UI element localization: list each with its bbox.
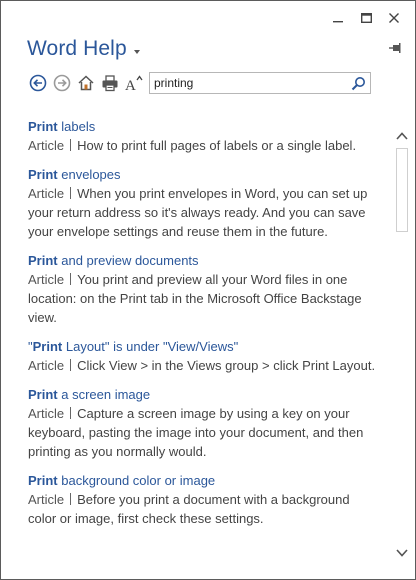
result-title-keyword: Print	[28, 167, 58, 182]
result-title-text: envelopes	[57, 167, 121, 182]
font-size-icon: A	[125, 75, 143, 92]
result-description: You print and preview all your Word file…	[28, 272, 362, 325]
list-item: Print a screen image Article Capture a sc…	[28, 385, 380, 461]
result-type: Article	[28, 406, 65, 421]
print-icon	[102, 75, 118, 92]
scroll-down-button[interactable]	[395, 547, 409, 559]
scrollbar-thumb[interactable]	[396, 148, 408, 232]
result-title-link[interactable]: Print background color or image	[28, 471, 380, 490]
result-description: Click View > in the Views group > click …	[77, 358, 376, 373]
page-title: Word Help	[27, 37, 127, 60]
back-button[interactable]	[27, 72, 49, 94]
divider	[70, 493, 72, 505]
search-input[interactable]	[154, 75, 344, 91]
divider	[70, 273, 72, 285]
result-title-text: and preview documents	[57, 253, 199, 268]
list-item: Print labels Article How to print full pa…	[28, 117, 380, 155]
list-item: Print background color or image Article B…	[28, 471, 380, 528]
result-type: Article	[28, 186, 65, 201]
help-window: Word Help A printing Print labels Articl…	[0, 0, 416, 580]
list-item: Print and preview documents Article You p…	[28, 251, 380, 327]
result-title-link[interactable]: Print and preview documents	[28, 251, 380, 270]
font-size-button[interactable]: A	[123, 72, 145, 94]
result-title-link[interactable]: Print envelopes	[28, 165, 380, 184]
search-icon[interactable]	[351, 76, 366, 91]
result-type: Article	[28, 358, 65, 373]
forward-icon	[53, 74, 71, 92]
svg-text:A: A	[125, 78, 136, 92]
result-title-text: Layout" is under "View/Views"	[62, 339, 239, 354]
maximize-button[interactable]	[355, 9, 377, 27]
result-title-keyword: Print	[28, 253, 58, 268]
result-type: Article	[28, 492, 65, 507]
back-icon	[29, 74, 47, 92]
title-dropdown[interactable]: Word Help	[27, 37, 140, 61]
result-title-text: labels	[57, 119, 96, 134]
result-type: Article	[28, 138, 65, 153]
home-button[interactable]	[75, 72, 97, 94]
results-list: Print labels Article How to print full pa…	[28, 117, 380, 538]
minimize-icon	[333, 21, 343, 23]
result-title-text: a screen image	[57, 387, 151, 402]
chevron-down-icon	[133, 50, 140, 54]
result-title-keyword: Print	[28, 473, 58, 488]
close-button[interactable]	[383, 9, 405, 27]
divider	[70, 359, 72, 371]
divider	[70, 187, 72, 199]
list-item: "Print Layout" is under "View/Views" Art…	[28, 337, 380, 375]
divider	[70, 139, 72, 151]
close-icon	[389, 13, 399, 23]
home-icon	[78, 75, 94, 91]
search-box	[149, 72, 371, 94]
forward-button[interactable]	[51, 72, 73, 94]
list-item: Print envelopes Article When you print en…	[28, 165, 380, 241]
result-title-text: background color or image	[57, 473, 216, 488]
result-description: Before you print a document with a backg…	[28, 492, 350, 526]
scroll-up-button[interactable]	[395, 130, 409, 142]
divider	[70, 407, 72, 419]
result-title-keyword: Print	[28, 119, 58, 134]
result-title-link[interactable]: "Print Layout" is under "View/Views"	[28, 337, 380, 356]
result-title-keyword: Print	[28, 387, 58, 402]
result-title-keyword: Print	[32, 339, 63, 354]
result-description: How to print full pages of labels or a s…	[77, 138, 357, 153]
print-button[interactable]	[99, 72, 121, 94]
result-title-link[interactable]: Print labels	[28, 117, 380, 136]
result-type: Article	[28, 272, 65, 287]
minimize-button[interactable]	[327, 9, 349, 27]
pin-icon[interactable]	[389, 42, 403, 56]
result-description: Capture a screen image by using a key on…	[28, 406, 364, 459]
result-description: When you print envelopes in Word, you ca…	[28, 186, 368, 239]
result-title-link[interactable]: Print a screen image	[28, 385, 380, 404]
maximize-icon	[360, 13, 372, 23]
help-toolbar: A	[27, 72, 147, 94]
